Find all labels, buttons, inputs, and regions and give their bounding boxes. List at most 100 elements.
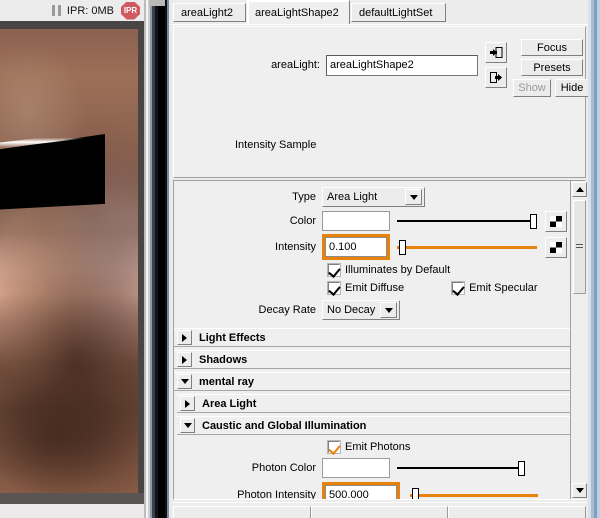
bottom-button[interactable] [173,506,311,518]
color-swatch[interactable] [322,211,390,231]
intensity-row: Intensity 0.100 [174,234,570,260]
chevron-down-icon[interactable] [380,302,397,318]
scroll-up-arrow-icon[interactable] [572,182,587,197]
splitter-grip[interactable] [149,0,165,6]
tab-label: areaLightShape2 [255,6,339,19]
checker-map-icon [550,215,562,227]
intensity-slider-track [397,245,537,249]
color-slider[interactable] [397,211,537,231]
pause-icon[interactable] [51,5,61,16]
ipr-status-label: IPR: 0MB [66,4,114,17]
tab-arealight2[interactable]: areaLight2 [173,3,246,22]
decay-rate-dropdown-value: No Decay [327,304,376,316]
intensity-map-button[interactable] [545,236,567,258]
intensity-input[interactable]: 0.100 [325,237,387,257]
render-frame[interactable] [0,21,144,504]
tab-arealightshape2[interactable]: areaLightShape2 [247,0,350,24]
emit-photons-row: Emit Photons [174,438,570,455]
photon-intensity-input[interactable]: 500.000 [325,485,397,499]
arrow-out-of-box-icon[interactable] [485,67,507,88]
chevron-right-icon[interactable] [177,330,192,345]
photon-intensity-row: Photon Intensity 500.000 [174,482,570,499]
chevron-down-icon[interactable] [180,418,195,433]
photon-color-slider-handle[interactable] [518,460,525,476]
tab-label: areaLight2 [181,6,233,19]
checkbox-label: Emit Photons [345,440,411,453]
focus-button[interactable]: Focus [521,39,583,56]
checker-map-icon [550,241,562,253]
decay-rate-label: Decay Rate [258,304,316,316]
window-right-edge [588,0,600,518]
render-frame-footer [0,493,144,504]
bottom-button[interactable] [310,506,449,518]
photon-intensity-slider-track [410,493,538,497]
attribute-pane-scrollbar[interactable] [570,181,587,499]
checkbox-label: Illuminates by Default [345,263,451,276]
bottom-button-bar [173,502,587,518]
photon-numeric-group: Photon Intensity 500.000 Exponent 1.000 [174,482,570,499]
photon-color-slider-track [397,467,525,469]
section-caustic-gi[interactable]: Caustic and Global Illumination [177,416,570,435]
ipr-status-bar: IPR: 0MB IPR [0,0,144,21]
illuminates-row: Illuminates by Default [174,261,570,278]
checkbox-label: Emit Specular [469,281,538,294]
bottom-button[interactable] [448,506,587,518]
decay-rate-dropdown[interactable]: No Decay [322,300,400,320]
checkbox-label: Emit Diffuse [345,281,405,294]
chevron-right-icon[interactable] [177,352,192,367]
pane-splitter[interactable] [144,0,171,518]
arrow-into-box-icon[interactable] [485,42,507,63]
illuminates-by-default-checkbox[interactable]: Illuminates by Default [327,262,451,277]
color-slider-track [397,220,537,222]
decay-rate-row: Decay Rate No Decay [174,299,570,321]
emit-specular-checkbox[interactable]: Emit Specular [451,280,538,295]
attribute-scroll-pane: Type Area Light Color Intensity 0.100 Il… [173,180,587,500]
node-name-label: areaLight: [271,59,320,71]
section-title: Shadows [199,353,248,366]
type-dropdown[interactable]: Area Light [322,187,425,207]
node-name-input[interactable]: areaLightShape2 [326,54,478,76]
checkbox-box [327,439,341,454]
intensity-slider-handle[interactable] [399,239,406,255]
section-area-light[interactable]: Area Light [177,394,570,413]
arrow-into-box-glyph [489,47,502,58]
show-button[interactable]: Show [513,79,551,97]
bottom-button-group [173,506,587,518]
section-light-effects[interactable]: Light Effects [174,328,570,347]
render-view-pane: IPR: 0MB IPR [0,0,144,518]
photon-color-slider[interactable] [397,458,525,478]
presets-button[interactable]: Presets [521,59,583,76]
section-mental-ray[interactable]: mental ray [174,372,570,391]
attribute-list: Type Area Light Color Intensity 0.100 Il… [174,181,570,499]
color-map-button[interactable] [545,210,567,232]
chevron-down-icon[interactable] [177,374,192,389]
section-title: mental ray [199,375,255,388]
emit-photons-checkbox[interactable]: Emit Photons [327,439,411,454]
scroll-thumb-grip [576,244,583,250]
photon-intensity-slider[interactable] [410,485,538,499]
photon-color-swatch[interactable] [322,458,390,478]
scroll-down-arrow-icon[interactable] [572,483,587,498]
ipr-badge-icon[interactable]: IPR [121,1,140,20]
type-label: Type [292,191,316,203]
intensity-label: Intensity [275,241,316,253]
section-shadows[interactable]: Shadows [174,350,570,369]
intensity-slider[interactable] [397,237,537,257]
color-label: Color [289,215,316,227]
type-row: Type Area Light [174,186,570,208]
emit-diffuse-checkbox[interactable]: Emit Diffuse [327,280,405,295]
checkbox-box [327,280,341,295]
tab-label: defaultLightSet [359,6,433,19]
photon-intensity-slider-handle[interactable] [412,487,419,499]
section-title: Light Effects [199,331,266,344]
attribute-editor: areaLight2 areaLightShape2 defaultLightS… [171,0,589,518]
chevron-right-icon[interactable] [180,396,195,411]
chevron-down-icon[interactable] [405,189,422,205]
maya-attribute-editor-window: IPR: 0MB IPR areaLight2 areaLightShape2 … [0,0,600,518]
checkbox-box [451,280,466,295]
tab-defaultlightset[interactable]: defaultLightSet [351,3,446,22]
color-slider-handle[interactable] [530,213,537,229]
arrow-out-of-box-glyph [489,72,502,83]
hide-button[interactable]: Hide [555,79,589,97]
scroll-thumb[interactable] [573,200,586,294]
